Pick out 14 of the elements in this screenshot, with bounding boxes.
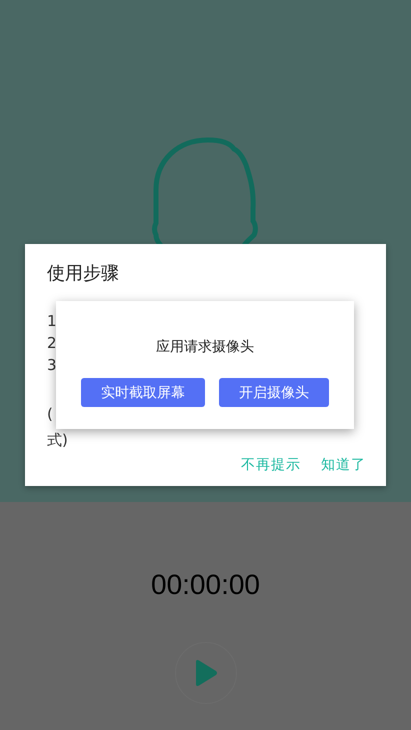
step-text: 1: [47, 311, 57, 332]
play-button[interactable]: [174, 642, 236, 704]
got-it-button[interactable]: 知道了: [319, 454, 368, 476]
capture-screen-button[interactable]: 实时截取屏幕: [81, 378, 205, 407]
step-text: 3: [47, 355, 57, 376]
dialog-title: 使用步骤: [47, 262, 120, 286]
note-text: (: [47, 404, 53, 424]
permission-message: 应用请求摄像头: [156, 338, 254, 356]
note-text: 式): [47, 430, 68, 450]
timer-text: 00:00:00: [151, 568, 260, 602]
open-camera-button[interactable]: 开启摄像头: [219, 378, 329, 407]
step-text: 2: [47, 333, 57, 354]
dont-show-again-button[interactable]: 不再提示: [239, 454, 303, 476]
play-icon: [194, 659, 218, 687]
